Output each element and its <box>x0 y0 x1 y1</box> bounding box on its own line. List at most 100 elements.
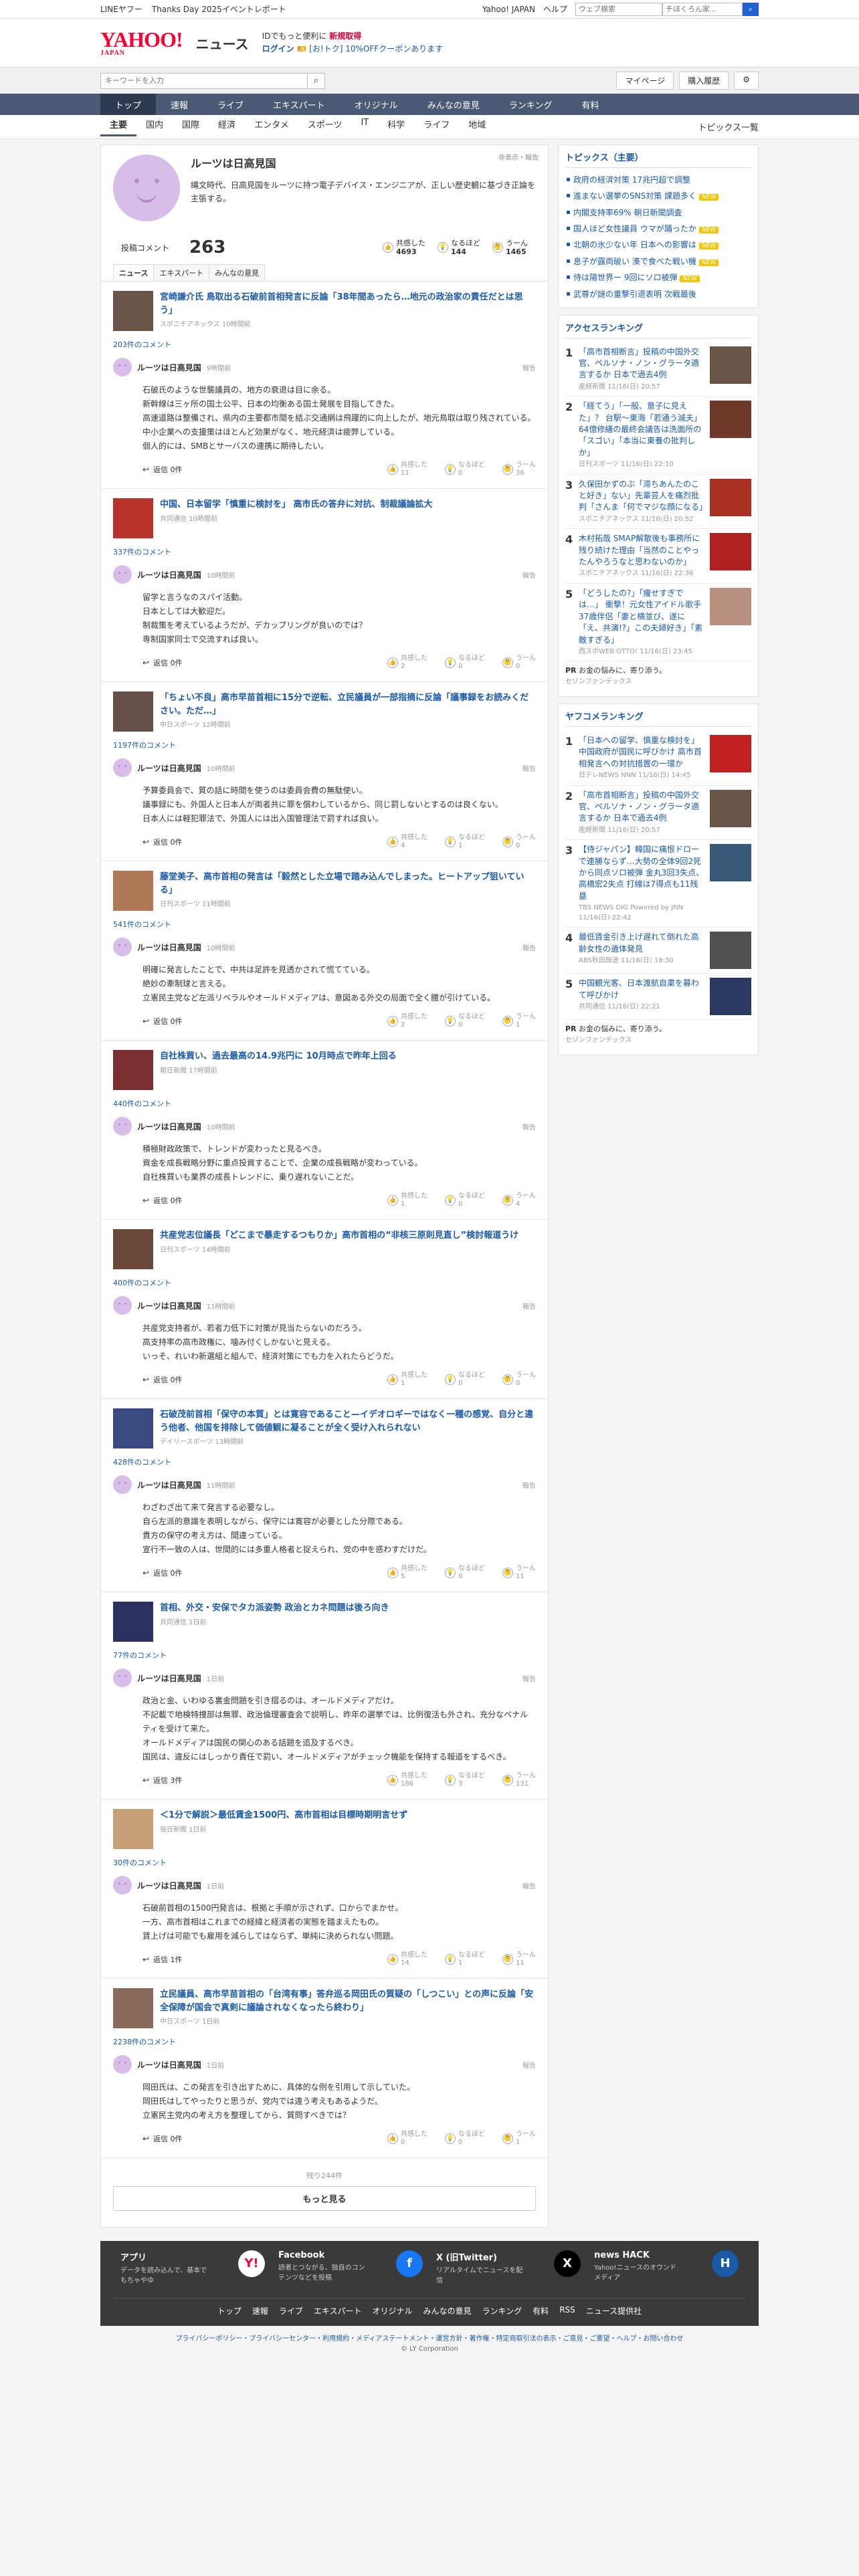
topic-item[interactable]: 武尊が謎の重撃引退表明 次戦最後 <box>565 286 751 302</box>
news-search-input[interactable] <box>100 72 308 89</box>
report-link[interactable]: 報告 <box>522 1673 536 1683</box>
footer-nav-item[interactable]: ライブ <box>279 2305 303 2317</box>
ranking-title[interactable]: 中国観光客、日本渡航自粛を募わて呼びかけ <box>579 978 706 1001</box>
article-title[interactable]: 立民議員、高市早苗首相の「台湾有事」答弁巡る岡田氏の質疑の「しつこい」との声に反… <box>160 1988 536 2014</box>
article-thumbnail[interactable] <box>113 1408 153 1448</box>
kyokan-button[interactable]: 👍 共感した 4 <box>387 834 427 850</box>
report-link[interactable]: 報告 <box>522 1121 536 1132</box>
comment-author[interactable]: ルーツは日高見国 <box>137 1121 201 1132</box>
article-title[interactable]: 藤堂美子、高市首相の発言は「毅然とした立場で踏み込んでしまった。ヒートアップ狙い… <box>160 871 536 897</box>
uun-button[interactable]: 🤔 うーん 11 <box>502 1565 536 1581</box>
kyokan-button[interactable]: 👍 共感した 2 <box>387 655 427 671</box>
article-link[interactable]: 首相、外交・安保でタカ派姿勢 政治とカネ問題は後ろ向き 共同通信 1日前 <box>113 1602 536 1642</box>
comment-count-link[interactable]: 428件のコメント <box>113 1457 536 1467</box>
kyokan-button[interactable]: 👍 共感した 1 <box>387 1192 427 1208</box>
comment-author[interactable]: ルーツは日高見国 <box>137 362 201 373</box>
footer-links[interactable]: プライバシーポリシー・プライバシーセンター・利用規約・メディアステートメント・運… <box>0 2333 859 2343</box>
login-link[interactable]: ログイン <box>262 44 294 53</box>
pr-ad[interactable]: PR お金の悩みに、寄り添う。 セゾンファンデックス <box>565 1020 751 1049</box>
cat-sports[interactable]: スポーツ <box>298 118 352 136</box>
article-title[interactable]: 自社株買い、過去最高の14.9兆円に 10月時点で昨年上回る <box>160 1050 397 1063</box>
topic-item[interactable]: 息子が露両破い 湊で食べた戦い機 NEW <box>565 253 751 270</box>
ranking-item[interactable]: 3 【侍ジャパン】韓国に痛恨ドローで連勝ならず…大勢の全体9回2死から同点ソロ被弾… <box>565 840 751 928</box>
kyokan-button[interactable]: 👍 共感した 1 <box>387 1372 427 1388</box>
lineyahoo-link[interactable]: LINEヤフー <box>100 3 142 15</box>
footer-app-2[interactable]: X (旧Twitter) リアルタイムでニュースを配信 X <box>430 2250 587 2286</box>
search-icon[interactable]: ⌕ <box>308 72 325 89</box>
cat-it[interactable]: IT <box>351 118 378 136</box>
reply-button[interactable]: ↩ 返信 1件 <box>142 1954 183 1965</box>
topic-item[interactable]: 内閣支持率69% 朝日新聞調査 <box>565 205 751 221</box>
gnav-opinions[interactable]: みんなの意見 <box>413 94 494 115</box>
article-link[interactable]: 共産党志位議長「どこまで暴走するつもりか」高市首相の“非核三原則見直し”検討報道… <box>113 1229 536 1269</box>
ranking-title[interactable]: 久保田かずのぶ「滞ちあんたのこと好き」ない」先輩芸人を痛烈批判「さんま「何でマジ… <box>579 479 707 514</box>
cat-life[interactable]: ライフ <box>414 118 459 136</box>
ranking-title[interactable]: 【侍ジャパン】韓国に痛恨ドローで連勝ならず…大勢の全体9回2死から同点ソロ被弾 … <box>579 844 706 902</box>
reply-button[interactable]: ↩ 返信 0件 <box>142 1374 183 1385</box>
event-report-link[interactable]: Thanks Day 2025イベントレポート <box>152 3 286 15</box>
tab-opinions[interactable]: みんなの意見 <box>209 264 266 281</box>
naruhodo-button[interactable]: 💡 なるほど 0 <box>445 655 485 671</box>
topic-item[interactable]: 進まない選挙のSNS対策 課題多く NEW <box>565 188 751 205</box>
comment-count-link[interactable]: 541件のコメント <box>113 919 536 930</box>
comment-count-link[interactable]: 1197件のコメント <box>113 740 536 750</box>
hide-report-link[interactable]: 非表示・報告 <box>498 152 539 162</box>
article-title[interactable]: 石破茂前首相「保守の本質」とは寛容であること—イデオロギーではなく一種の感覚、自… <box>160 1408 536 1434</box>
report-link[interactable]: 報告 <box>522 1301 536 1311</box>
ranking-title[interactable]: 「日本への留学、慎重な検討を」中国政府が国民に呼びかけ 高市首相発言への対抗措置… <box>579 735 706 770</box>
ranking-title[interactable]: 「高市首相断言」投稿の中国外交官、ペルソナ・ノン・グラータ適言するか 日本で過去… <box>579 346 706 381</box>
article-title[interactable]: 首相、外交・安保でタカ派姿勢 政治とカネ問題は後ろ向き <box>160 1602 389 1615</box>
ranking-item[interactable]: 3 久保田かずのぶ「滞ちあんたのこと好き」ない」先輩芸人を痛烈批判「さんま「何でマ… <box>565 475 751 530</box>
cat-entertainment[interactable]: エンタメ <box>245 118 298 136</box>
reply-button[interactable]: ↩ 返信 3件 <box>142 1775 183 1786</box>
ranking-title[interactable]: 木村拓哉 SMAP解散後も事務所に残り続けた理由「当然のことやったんやろうなと思… <box>579 533 706 568</box>
load-more-button[interactable]: もっと見る <box>113 2186 536 2211</box>
uun-button[interactable]: 🤔 うーん 1 <box>502 2131 536 2147</box>
naruhodo-button[interactable]: 💡 なるほど 1 <box>445 1951 485 1967</box>
article-link[interactable]: 自社株買い、過去最高の14.9兆円に 10月時点で昨年上回る 朝日新聞 17時間前 <box>113 1050 536 1090</box>
article-thumbnail[interactable] <box>113 691 153 732</box>
uun-button[interactable]: 🤔 うーん 11 <box>502 1951 536 1967</box>
web-search-extra[interactable] <box>662 2 743 16</box>
topic-item[interactable]: 政府の経済対策 17兆円超で調整 <box>565 172 751 188</box>
cat-local[interactable]: 地域 <box>459 118 495 136</box>
topic-item[interactable]: 国人ほど女性議員 ウマが踊ったか NEW <box>565 221 751 237</box>
article-thumbnail[interactable] <box>113 1050 153 1090</box>
gnav-paid[interactable]: 有料 <box>567 94 613 115</box>
article-thumbnail[interactable] <box>113 1229 153 1269</box>
article-link[interactable]: 「ちょい不良」高市早苗首相に15分で逆転、立民議員が一部指摘に反論「議事録をお読… <box>113 691 536 732</box>
report-link[interactable]: 報告 <box>522 1480 536 1490</box>
ranking-thumbnail[interactable] <box>710 978 751 1016</box>
report-link[interactable]: 報告 <box>522 362 536 372</box>
search-icon[interactable]: ⌕ <box>743 2 759 16</box>
article-thumbnail[interactable] <box>113 498 153 538</box>
article-thumbnail[interactable] <box>113 1988 153 2028</box>
uun-button[interactable]: 🤔 うーん 0 <box>502 834 536 850</box>
news-label[interactable]: ニュース <box>196 33 249 53</box>
uun-button[interactable]: 🤔 うーん 36 <box>502 461 536 477</box>
footer-nav-item[interactable]: 速報 <box>252 2305 268 2317</box>
comment-author[interactable]: ルーツは日高見国 <box>137 1673 201 1684</box>
naruhodo-button[interactable]: 💡 なるほど 1 <box>445 834 485 850</box>
uun-button[interactable]: 🤔 うーん 4 <box>502 1192 536 1208</box>
yahoo-japan-link[interactable]: Yahoo! JAPAN <box>482 5 535 14</box>
ranking-title[interactable]: 最低賃金引き上げ遅れて倒れた高齢女性の遺体発見 <box>579 932 706 955</box>
ranking-item[interactable]: 5 中国観光客、日本渡航自粛を募わて呼びかけ 共同通信 11/16(日) 22:21 <box>565 974 751 1021</box>
reply-button[interactable]: ↩ 返信 0件 <box>142 1195 183 1206</box>
comment-count-link[interactable]: 30件のコメント <box>113 1857 536 1868</box>
ranking-title[interactable]: 「どうしたの?」「痩せすぎでは…」 衝撃！元女性アイドル歌手 37歳伴侶「妻と横… <box>579 588 706 646</box>
ranking-thumbnail[interactable] <box>710 789 751 827</box>
ranking-item[interactable]: 2 「経てう」「一般、意子に見えた」？ 台駅～東海「若通う滅夫」64億修繕の最終会… <box>565 397 751 475</box>
article-title[interactable]: 共産党志位議長「どこまで暴走するつもりか」高市首相の“非核三原則見直し”検討報道… <box>160 1229 518 1243</box>
gnav-flash[interactable]: 速報 <box>156 94 203 115</box>
cat-domestic[interactable]: 国内 <box>136 118 173 136</box>
comment-author[interactable]: ルーツは日高見国 <box>137 2059 201 2070</box>
topics-list-link[interactable]: トピックス一覧 <box>698 120 759 133</box>
article-thumbnail[interactable] <box>113 1602 153 1642</box>
ranking-item[interactable]: 4 最低賃金引き上げ遅れて倒れた高齢女性の遺体発見 ABS秋田放送 11/16(日)… <box>565 928 751 974</box>
uun-button[interactable]: 🤔 うーん 0 <box>502 1372 536 1388</box>
article-thumbnail[interactable] <box>113 1809 153 1849</box>
ranking-thumbnail[interactable] <box>710 401 751 439</box>
article-thumbnail[interactable] <box>113 871 153 911</box>
report-link[interactable]: 報告 <box>522 2060 536 2070</box>
